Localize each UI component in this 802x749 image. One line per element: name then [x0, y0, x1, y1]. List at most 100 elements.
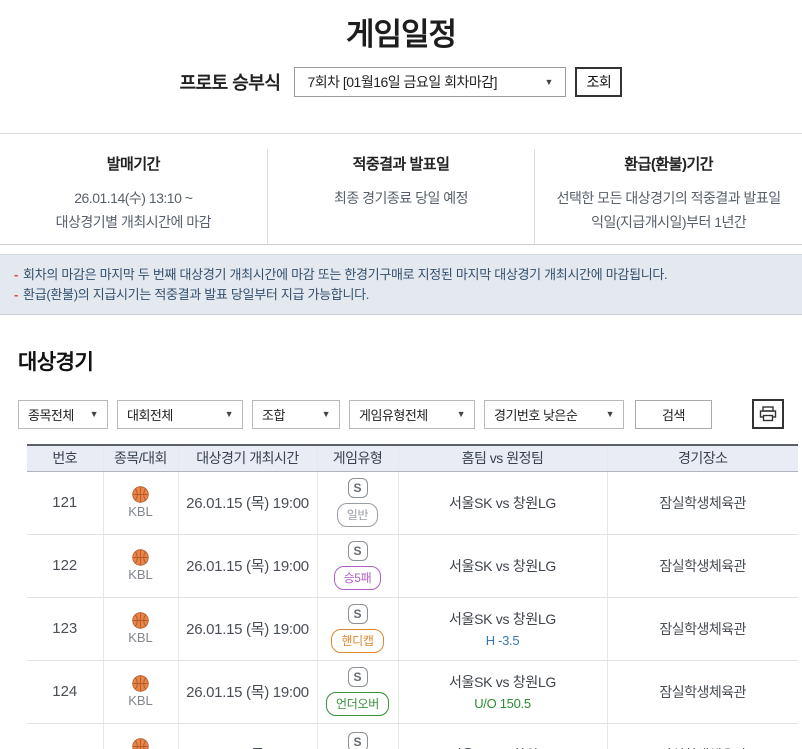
- venue-label: 잠실학생체육관: [606, 471, 798, 535]
- teams-label: 서울SK vs 창원LG: [448, 494, 557, 511]
- teams-cell: 서울SK vs 창원LG: [397, 471, 607, 535]
- filter-competition[interactable]: 대회전체 ▼: [117, 399, 243, 429]
- teams-label: 서울SK vs 창원LG: [448, 557, 557, 574]
- col-header-teams: 홈팀 vs 원정팀: [397, 444, 607, 472]
- game-type-cell: S 승5패: [316, 534, 398, 598]
- game-time: 26.01.15 (목) 19:00: [177, 471, 317, 535]
- basketball-icon: [132, 675, 149, 692]
- search-button[interactable]: 검색: [635, 399, 712, 429]
- page-title: 게임일정: [345, 17, 457, 52]
- teams-label: 서울SK vs 창원LG: [448, 611, 557, 627]
- games-table-body: 121 KBL 26.01.15 (목) 19:00 S 일반 서울SK vs 창원LG 잠…: [27, 471, 798, 749]
- teams-cell: 서울SK vs 창원LG U/O 150.5: [397, 660, 607, 724]
- table-row[interactable]: 122 KBL 26.01.15 (목) 19:00 S 승5패 서울SK vs 창원LG…: [27, 534, 798, 598]
- inquiry-button[interactable]: 조회: [575, 67, 623, 97]
- info-line: 대상경기별 개최시간에 마감: [55, 214, 212, 230]
- league-label: KBL: [128, 630, 153, 645]
- info-line: 최종 경기종료 당일 예정: [334, 190, 468, 206]
- basketball-icon: [132, 612, 149, 629]
- handicap-line: U/O 150.5: [474, 696, 531, 711]
- game-number: 123: [27, 597, 103, 661]
- game-number: 125: [27, 723, 103, 749]
- sport-league-cell: KBL: [102, 597, 178, 661]
- bullet: -: [14, 267, 19, 282]
- filter-label: 경기번호 낮은순: [494, 407, 578, 423]
- notice-text: 환급(환불)의 지급시기는 적중결과 발표 당일부터 지급 가능합니다.: [23, 287, 370, 302]
- basketball-icon: [132, 738, 149, 749]
- table-row[interactable]: 123 KBL 26.01.15 (목) 19:00 S 핸디캡 서울SK vs 창원LG…: [27, 597, 798, 661]
- info-sale-period: 발매기간 26.01.14(수) 13:10 ~ 대상경기별 개최시간에 마감: [0, 149, 267, 244]
- sport-league-cell: KBL: [102, 534, 178, 598]
- round-select[interactable]: 7회차 [01월16일 금요일 회차마감] ▼: [294, 67, 567, 97]
- divider: [0, 244, 802, 245]
- col-header-type: 게임유형: [316, 444, 398, 472]
- basketball-icon: [132, 549, 149, 566]
- col-header-time: 대상경기 개최시간: [177, 444, 317, 472]
- game-time: 26.01.15 (목) 19:00: [177, 534, 317, 598]
- game-time: 26.01.15 (목) 19:00: [177, 597, 317, 661]
- filter-label: 조합: [262, 407, 285, 423]
- notice-line: - 회차의 마감은 마지막 두 번째 대상경기 개최시간에 마감 또는 한경기구매…: [14, 265, 788, 285]
- print-button[interactable]: [752, 399, 784, 429]
- info-title: 발매기간: [106, 156, 161, 173]
- chevron-down-icon: ▼: [89, 409, 99, 419]
- single-purchase-icon: S: [347, 604, 368, 624]
- game-type-cell: S 언더오버: [316, 660, 398, 724]
- single-purchase-icon: S: [347, 731, 368, 749]
- info-line: 익일(지급개시일)부터 1년간: [591, 214, 747, 230]
- chevron-down-icon: ▼: [605, 409, 615, 419]
- bullet: -: [14, 287, 19, 302]
- filter-game-type[interactable]: 게임유형전체 ▼: [349, 399, 475, 429]
- game-number: 124: [27, 660, 103, 724]
- game-number: 122: [27, 534, 103, 598]
- filter-row: 종목전체 ▼ 대회전체 ▼ 조합 ▼ 게임유형전체 ▼ 경기번호 낮은순 ▼ 검색: [18, 399, 784, 429]
- handicap-line: H -3.5: [485, 633, 520, 648]
- info-strip: 발매기간 26.01.14(수) 13:10 ~ 대상경기별 개최시간에 마감 …: [0, 134, 802, 244]
- teams-label: 서울SK vs 창원LG: [448, 674, 557, 690]
- col-header-venue: 경기장소: [606, 444, 798, 472]
- filter-combination[interactable]: 조합 ▼: [252, 399, 340, 429]
- table-row[interactable]: 121 KBL 26.01.15 (목) 19:00 S 일반 서울SK vs 창원LG 잠…: [27, 471, 798, 535]
- round-selector-row: 프로토 승부식 7회차 [01월16일 금요일 회차마감] ▼ 조회: [0, 67, 802, 97]
- game-type-badge: 일반: [336, 503, 379, 527]
- col-header-sport: 종목/대회: [102, 444, 178, 472]
- league-label: KBL: [128, 504, 153, 519]
- section-title: 대상경기: [18, 351, 94, 374]
- game-type-badge: 승5패: [333, 566, 382, 590]
- games-table: 번호 종목/대회 대상경기 개최시간 게임유형 홈팀 vs 원정팀 경기장소 1…: [27, 444, 798, 749]
- teams-cell: 서울SK vs 창원LG H -3.5: [397, 597, 607, 661]
- game-type-cell: S 핸디캡: [316, 597, 398, 661]
- game-number: 121: [27, 471, 103, 535]
- info-result-date: 적중결과 발표일 최종 경기종료 당일 예정: [266, 149, 535, 244]
- filter-label: 종목전체: [28, 407, 74, 423]
- single-purchase-icon: S: [347, 667, 368, 687]
- league-label: KBL: [128, 693, 153, 708]
- venue-label: 잠실학생체육관: [606, 597, 798, 661]
- sport-league-cell: KBL: [102, 660, 178, 724]
- single-purchase-icon: S: [347, 541, 368, 561]
- league-label: KBL: [128, 567, 153, 582]
- sport-league-cell: KBL: [102, 471, 178, 535]
- col-header-number: 번호: [27, 444, 103, 472]
- chevron-down-icon: ▼: [321, 409, 331, 419]
- chevron-down-icon: ▼: [224, 409, 234, 419]
- info-line: 26.01.14(수) 13:10 ~: [74, 190, 193, 206]
- teams-label: 서울SK vs 창원LG: [399, 745, 607, 749]
- notice-line: - 환급(환불)의 지급시기는 적중결과 발표 당일부터 지급 가능합니다.: [14, 285, 788, 305]
- game-type-cell: SSUM: [316, 723, 398, 749]
- venue-label: 잠실학생체육관: [606, 534, 798, 598]
- table-row[interactable]: 125KBL26.01.15 (목) 19:00SSUM서울SK vs 창원LG…: [27, 723, 798, 749]
- single-purchase-icon: S: [347, 478, 368, 498]
- filter-sport[interactable]: 종목전체 ▼: [18, 399, 108, 429]
- printer-icon: [759, 406, 777, 422]
- info-title: 적중결과 발표일: [352, 156, 450, 173]
- teams-cell: 서울SK vs 창원LG: [397, 723, 607, 749]
- venue-label: 잠실학생체육관: [606, 723, 798, 749]
- filter-sort-order[interactable]: 경기번호 낮은순 ▼: [484, 399, 624, 429]
- teams-cell: 서울SK vs 창원LG: [397, 534, 607, 598]
- chevron-down-icon: ▼: [544, 77, 554, 87]
- game-type-badge: 핸디캡: [331, 629, 384, 653]
- game-type-badge: 언더오버: [326, 692, 389, 716]
- table-row[interactable]: 124 KBL 26.01.15 (목) 19:00 S 언더오버 서울SK vs 창원L…: [27, 660, 798, 724]
- sport-league-cell: KBL: [102, 723, 178, 749]
